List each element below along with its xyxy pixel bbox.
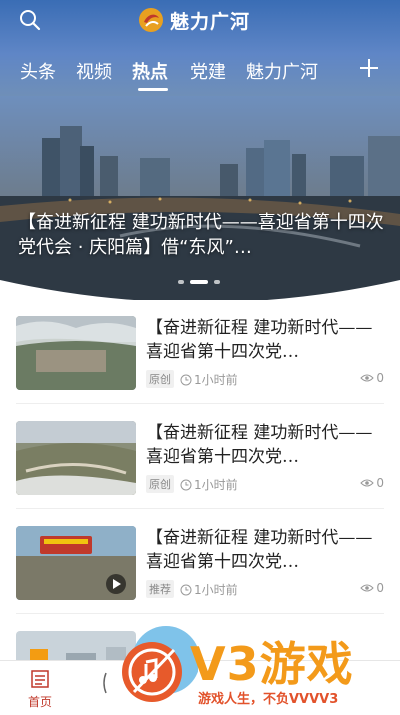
news-title: 【奋进新征程 建功新时代——喜迎省第十四次党… xyxy=(146,423,373,467)
tab-party[interactable]: 党建 xyxy=(190,58,226,84)
news-time: 1小时前 xyxy=(180,371,238,388)
watermark-logo-icon xyxy=(122,626,198,702)
news-item[interactable]: 【奋进新征程 建功新时代——喜迎省第十四次党… 原创 1小时前 0 xyxy=(0,405,400,505)
clock-icon xyxy=(180,374,192,385)
search-icon[interactable] xyxy=(18,8,42,32)
news-thumbnail xyxy=(16,421,136,495)
news-views: 0 xyxy=(360,476,384,490)
news-thumbnail xyxy=(16,526,136,600)
tab-guanghe[interactable]: 魅力广河 xyxy=(246,58,318,84)
logo-text: 魅力广河 xyxy=(170,10,251,33)
news-views: 0 xyxy=(360,581,384,595)
news-item[interactable]: 【奋进新征程 建功新时代——喜迎省第十四次党… 推荐 1小时前 0 xyxy=(0,510,400,610)
logo-mark-icon xyxy=(139,8,163,32)
eye-icon xyxy=(360,584,375,592)
pagination-dot xyxy=(178,280,184,284)
news-time: 1小时前 xyxy=(180,476,238,493)
channel-tabs: 头条 视频 热点 党建 魅力广河 xyxy=(0,52,400,92)
divider xyxy=(16,508,384,509)
add-channel-icon[interactable] xyxy=(357,56,381,80)
news-thumbnail xyxy=(16,316,136,390)
home-news-icon xyxy=(31,670,49,688)
tab-video[interactable]: 视频 xyxy=(76,58,112,84)
nav-home-label: 首页 xyxy=(27,695,52,709)
eye-icon xyxy=(360,479,375,487)
divider xyxy=(16,613,384,614)
news-meta: 推荐 1小时前 0 xyxy=(146,580,384,600)
pagination-dot xyxy=(214,280,220,284)
watermark-subtext: 游戏人生，不负VVVV3 xyxy=(198,692,339,707)
app-logo: 魅力广河 xyxy=(138,6,250,34)
nav-home[interactable]: 首页 xyxy=(20,669,60,710)
watermark-text: V3游戏 xyxy=(190,637,354,691)
watermark: V3游戏 游戏人生，不负VVVV3 xyxy=(112,620,400,711)
tab-headline[interactable]: 头条 xyxy=(20,58,56,84)
pagination-dot-active xyxy=(190,280,208,284)
news-item[interactable]: 【奋进新征程 建功新时代——喜迎省第十四次党… 原创 1小时前 0 xyxy=(0,300,400,400)
news-title: 【奋进新征程 建功新时代——喜迎省第十四次党… xyxy=(146,318,373,362)
news-tag: 原创 xyxy=(146,475,174,493)
news-time: 1小时前 xyxy=(180,581,238,598)
banner-pagination xyxy=(178,280,220,284)
top-bar: 魅力广河 xyxy=(0,0,400,40)
news-views: 0 xyxy=(360,371,384,385)
active-tab-indicator xyxy=(138,88,168,91)
news-meta: 原创 1小时前 0 xyxy=(146,370,384,390)
tab-hot[interactable]: 热点 xyxy=(132,58,168,84)
news-title: 【奋进新征程 建功新时代——喜迎省第十四次党… xyxy=(146,528,373,572)
news-tag: 原创 xyxy=(146,370,174,388)
news-tag: 推荐 xyxy=(146,580,174,598)
divider xyxy=(16,403,384,404)
eye-icon xyxy=(360,374,375,382)
news-meta: 原创 1小时前 0 xyxy=(146,475,384,495)
clock-icon xyxy=(180,479,192,490)
clock-icon xyxy=(180,584,192,595)
